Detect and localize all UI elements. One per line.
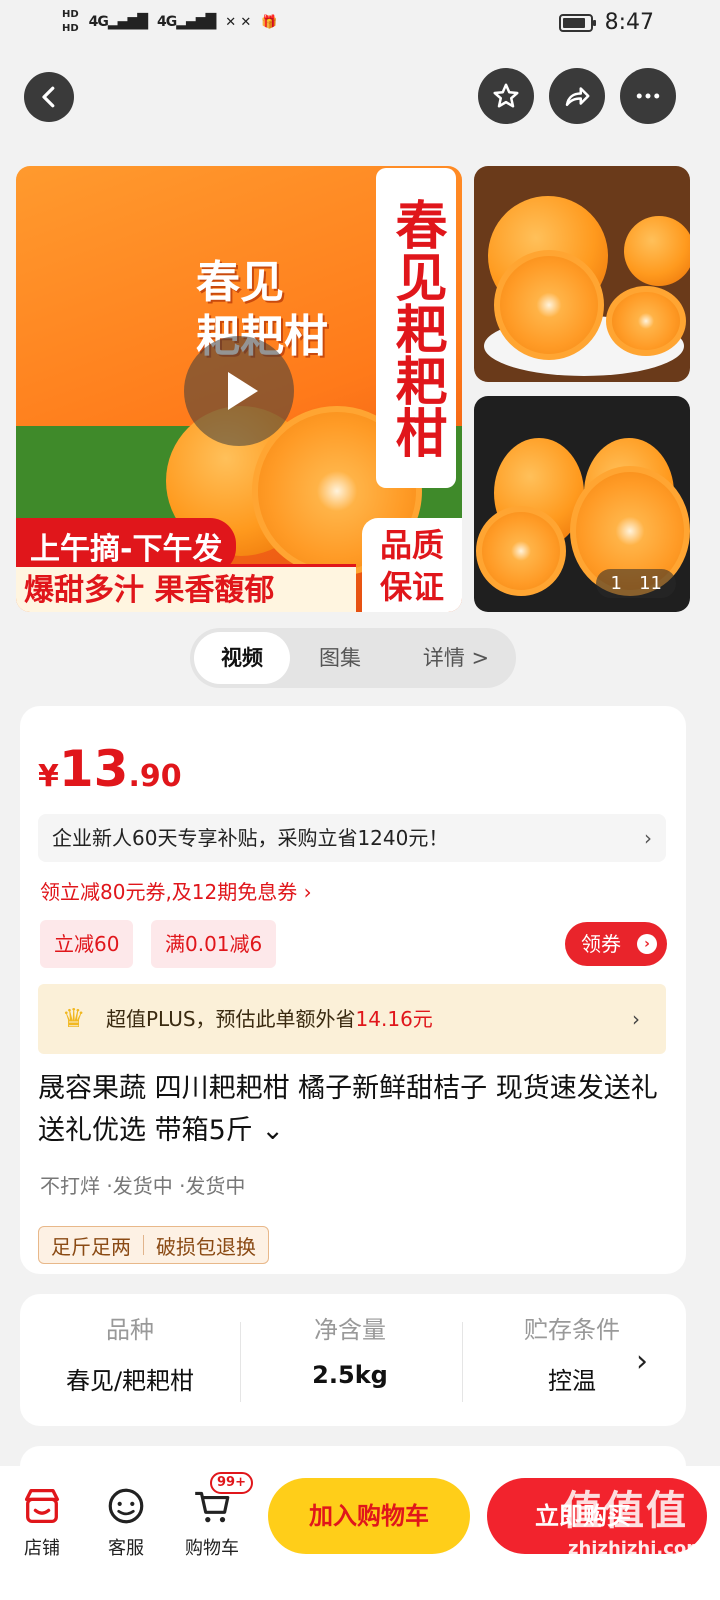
signal-icon: 4G▂▄▆█ <box>88 14 148 30</box>
customer-service-nav[interactable]: 客服 <box>86 1478 166 1560</box>
service-tag: 足斤足两 <box>51 1234 131 1259</box>
more-icon <box>636 93 660 99</box>
shipping-status: 不打烊 ·发货中 ·发货中 <box>40 1174 246 1198</box>
subsidy-banner[interactable]: 企业新人60天专享补贴，采购立省1240元！ › <box>38 814 666 862</box>
crown-icon: ♛ <box>62 1004 86 1034</box>
banner-sweet: 爆甜多汁 果香馥郁 <box>16 564 356 612</box>
status-right: 8:47 <box>558 10 654 35</box>
play-icon[interactable] <box>184 336 294 446</box>
cart-badge: 99+ <box>210 1472 253 1494</box>
promo-tag: 立减60 <box>40 920 134 968</box>
tab-video[interactable]: 视频 <box>194 632 290 684</box>
chevron-right-icon: › <box>637 934 657 954</box>
image-counter: 1 11 <box>596 569 676 598</box>
chevron-right-icon: › <box>644 826 652 850</box>
product-gallery[interactable]: 春见 耙耙柑 春见耙耙柑 上午摘-下午发 爆甜多汁 果香馥郁 品质 保证 1 1… <box>16 166 704 612</box>
main-video-image[interactable]: 春见 耙耙柑 春见耙耙柑 上午摘-下午发 爆甜多汁 果香馥郁 品质 保证 <box>16 166 462 612</box>
service-tags: 足斤足两 破损包退换 <box>38 1226 269 1264</box>
tab-details[interactable]: 详情 > <box>402 632 510 684</box>
service-tag: 破损包退换 <box>156 1234 256 1259</box>
share-button[interactable] <box>549 68 605 124</box>
promo-tag: 满0.01减6 <box>151 920 277 968</box>
cart-nav[interactable]: 99+ 购物车 <box>172 1472 253 1560</box>
star-icon <box>493 83 519 108</box>
hd-icon: HD HD <box>62 9 79 34</box>
clock: 8:47 <box>604 10 654 35</box>
share-icon <box>565 87 590 106</box>
product-title[interactable]: 晟容果蔬 四川耙耙柑 橘子新鲜甜桔子 现货速发送礼送礼优选 带箱5斤 ⌄ <box>38 1068 670 1152</box>
plus-banner[interactable]: ♛ 超值PLUS，预估此单额外省14.16元 › <box>38 984 666 1054</box>
favorite-button[interactable] <box>478 68 534 124</box>
signal-icon-2: 4G▂▄▆█ <box>156 14 216 30</box>
status-left: HD HD 4G▂▄▆█ 4G▂▄▆█ ✕ ✕ 🎁 <box>62 8 277 36</box>
watermark: 值值值 <box>562 1488 688 1534</box>
chevron-right-icon[interactable]: › <box>636 1344 648 1379</box>
media-tabs: 视频 图集 详情 > <box>190 628 516 688</box>
thumbnail-2[interactable]: 1 11 <box>474 396 690 612</box>
tab-gallery[interactable]: 图集 <box>298 632 382 684</box>
cart-icon: 99+ <box>172 1472 253 1534</box>
status-bar: HD HD 4G▂▄▆█ 4G▂▄▆█ ✕ ✕ 🎁 8:47 <box>0 0 720 50</box>
vertical-title: 春见耙耙柑 <box>376 168 456 488</box>
spec-net-weight: 净含量 2.5kg <box>312 1316 388 1389</box>
chat-icon <box>86 1478 166 1534</box>
get-coupon-button[interactable]: 领券 › <box>565 922 667 966</box>
chevron-right-icon: › <box>632 1007 640 1031</box>
spec-variety: 品种 春见/耙耙柑 <box>65 1316 195 1395</box>
coupon-link[interactable]: 领立减80元券,及12期免息券 › <box>40 876 312 905</box>
add-to-cart-button[interactable]: 加入购物车 <box>268 1478 470 1554</box>
back-button[interactable] <box>24 72 74 122</box>
spec-storage: 贮存条件 控温 <box>524 1316 620 1395</box>
data-icon: ✕ ✕ <box>225 14 252 30</box>
watermark-url: zhizhizhi.com <box>568 1538 706 1559</box>
gift-icon: 🎁 <box>261 14 278 30</box>
more-button[interactable] <box>620 68 676 124</box>
quality-badge: 品质 保证 <box>362 518 462 612</box>
store-nav[interactable]: 店铺 <box>2 1478 82 1560</box>
thumbnail-1[interactable] <box>474 166 690 382</box>
battery-icon <box>558 13 596 32</box>
price: ¥13.90 <box>38 740 182 798</box>
chevron-left-icon <box>42 86 55 108</box>
store-icon <box>2 1478 82 1534</box>
